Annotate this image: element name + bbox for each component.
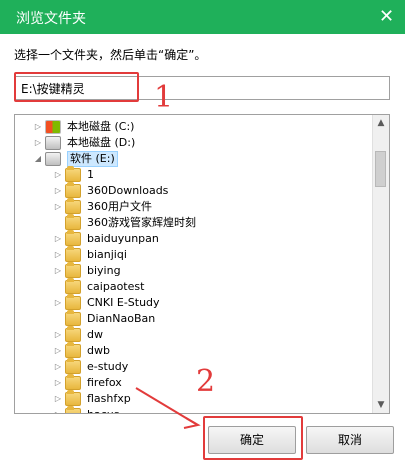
- annotation-arrow: [135, 387, 201, 429]
